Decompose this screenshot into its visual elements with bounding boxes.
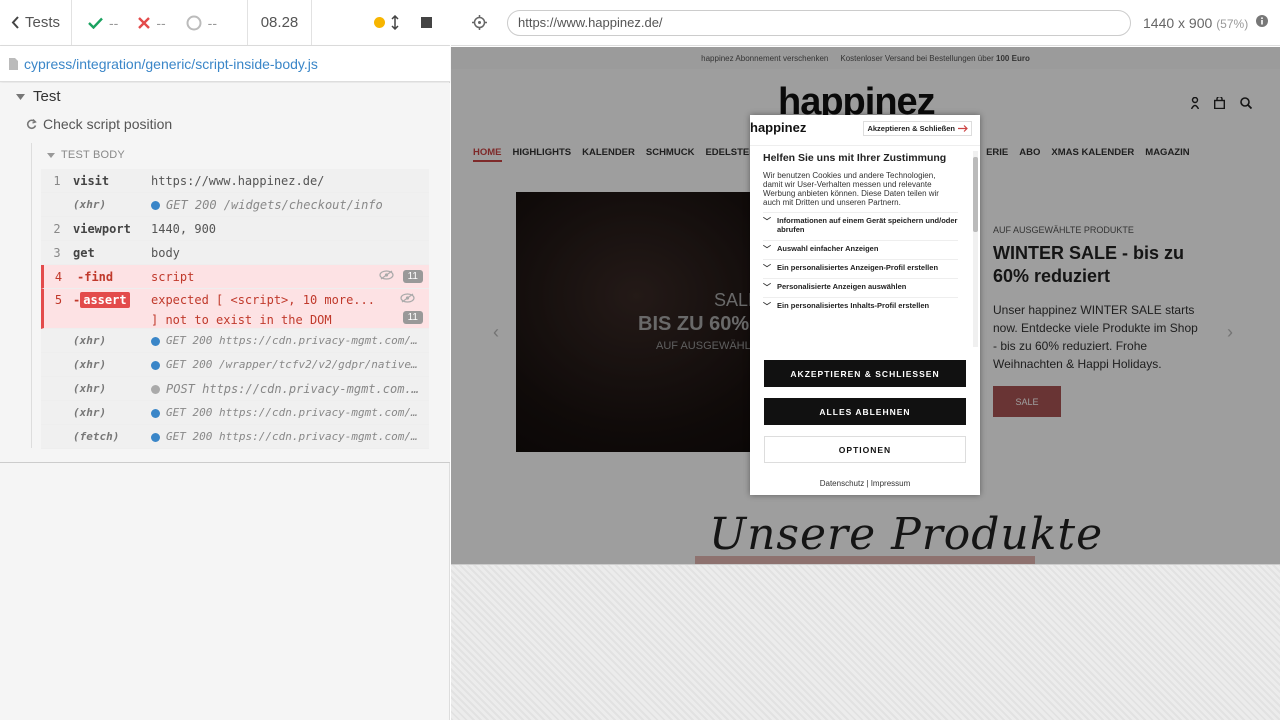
refresh-icon: [26, 118, 37, 129]
eye-slash-icon: [400, 293, 415, 306]
chevron-down-icon: ﹀: [763, 244, 771, 254]
divider: [750, 145, 980, 146]
chevron-down-icon: ﹀: [763, 263, 771, 273]
reporter-panel: Tests -- -- -- 08.28 cypress/integration…: [0, 0, 450, 720]
command-row[interactable]: (xhr) POST https://cdn.privacy-mgmt.com.…: [41, 377, 429, 401]
crosshair-icon: [471, 15, 487, 30]
purpose-item[interactable]: ﹀ Informationen auf einem Gerät speichern…: [763, 212, 958, 234]
command-row-failed[interactable]: 4 -find script 11: [41, 265, 429, 289]
request-status-icon: [151, 360, 160, 370]
command-row[interactable]: 2 viewport 1440, 900: [41, 217, 429, 241]
consent-logo: happinez: [750, 120, 807, 135]
command-row-failed[interactable]: 5 - assert expected [ <script>, 10 more..…: [41, 289, 429, 329]
caret-down-icon: [16, 93, 25, 100]
purpose-item[interactable]: ﹀ Auswahl einfacher Anzeigen: [763, 239, 958, 254]
command-log: 1 visit https://www.happinez.de/ (xhr) G…: [41, 169, 429, 449]
aut-header: https://www.happinez.de/ 1440 x 900 (57%…: [451, 0, 1280, 46]
caret-down-icon: [47, 152, 55, 158]
reject-all-button[interactable]: ALLES ABLEHNEN: [764, 398, 966, 425]
run-controls: [312, 0, 450, 45]
pending-count: --: [207, 14, 217, 31]
request-status-icon: [151, 432, 160, 442]
spec-file-bar: cypress/integration/generic/script-insid…: [0, 46, 450, 82]
command-row[interactable]: 3 get body: [41, 241, 429, 265]
spec-path-link[interactable]: cypress/integration/generic/script-insid…: [24, 56, 318, 72]
request-pending-icon: [151, 384, 160, 394]
consent-footer-links[interactable]: Datenschutz | Impressum: [750, 479, 980, 488]
element-count-badge: 11: [402, 270, 423, 283]
url-bar[interactable]: https://www.happinez.de/: [507, 9, 1131, 36]
consent-scroll-area[interactable]: Helfen Sie uns mit Ihrer Zustimmung Wir …: [763, 153, 973, 349]
command-row[interactable]: 1 visit https://www.happinez.de/: [41, 169, 429, 193]
aut-iframe: happinez Abonnement verschenken Kostenlo…: [451, 47, 1280, 564]
command-row[interactable]: (xhr) GET 200 https://cdn.privacy-mgmt.c…: [41, 329, 429, 353]
pending-stat: --: [186, 15, 217, 31]
chevron-down-icon: ﹀: [763, 282, 771, 292]
test-stats: -- -- --: [72, 0, 248, 45]
back-to-tests-button[interactable]: Tests: [0, 0, 72, 45]
check-icon: [88, 17, 103, 29]
command-row[interactable]: (xhr) GET 200 /widgets/checkout/info: [41, 193, 429, 217]
element-count-badge: 11: [402, 311, 423, 324]
accept-close-button[interactable]: AKZEPTIEREN & SCHLIESSEN: [764, 360, 966, 387]
request-status-icon: [151, 408, 160, 418]
command-row[interactable]: (xhr) GET 200 https://cdn.privacy-mgmt.c…: [41, 401, 429, 425]
body-guide-line: [31, 143, 32, 448]
aut-empty-area: [451, 564, 1280, 720]
eye-slash-icon: [379, 270, 394, 283]
tests-label: Tests: [25, 14, 61, 31]
stop-icon[interactable]: [421, 17, 432, 28]
selector-playground-button[interactable]: [451, 15, 507, 30]
chevron-down-icon: ﹀: [763, 217, 771, 227]
consent-dialog: happinez Akzeptieren & Schließen Helfen …: [750, 115, 980, 495]
arrow-right-icon: [958, 125, 968, 132]
chevron-left-icon: [11, 16, 19, 29]
chevron-down-icon: ﹀: [763, 302, 771, 312]
failed-stat: --: [138, 14, 166, 31]
passed-stat: --: [88, 15, 118, 31]
scroll-arrows-icon: [391, 15, 399, 30]
x-icon: [138, 16, 151, 29]
request-status-icon: [151, 200, 160, 210]
consent-text: Wir benutzen Cookies und andere Technolo…: [763, 170, 939, 208]
passed-count: --: [109, 14, 119, 31]
consent-scrollbar[interactable]: [973, 151, 978, 347]
purpose-item[interactable]: ﹀ Ein personalisiertes Inhalts-Profil ers…: [763, 297, 958, 311]
failed-count: --: [156, 14, 166, 31]
accept-close-top-button[interactable]: Akzeptieren & Schließen: [863, 121, 972, 136]
scrollbar-thumb[interactable]: [973, 157, 978, 232]
test-title[interactable]: Check script position: [26, 116, 172, 132]
test-body-header[interactable]: TEST BODY: [47, 149, 125, 161]
command-row[interactable]: (xhr) GET 200 /wrapper/tcfv2/v2/gdpr/nat…: [41, 353, 429, 377]
reporter-header: Tests -- -- -- 08.28: [0, 0, 450, 46]
command-row[interactable]: (fetch) GET 200 https://cdn.privacy-mgmt…: [41, 425, 429, 449]
suite-title[interactable]: Test: [16, 88, 61, 105]
info-icon[interactable]: [1256, 15, 1269, 30]
request-status-icon: [151, 336, 160, 346]
consent-title: Helfen Sie uns mit Ihrer Zustimmung: [763, 153, 947, 164]
pending-circle-icon: [186, 15, 202, 30]
options-button[interactable]: OPTIONEN: [764, 436, 966, 463]
assert-badge: assert: [80, 292, 130, 308]
purpose-item[interactable]: ﹀ Ein personalisiertes Anzeigen-Profil er…: [763, 258, 958, 273]
duration: 08.28: [248, 0, 312, 45]
file-icon: [9, 57, 18, 70]
runnable-list: Test Check script position TEST BODY 1 v…: [0, 83, 450, 463]
viewport-info[interactable]: 1440 x 900 (57%): [1143, 15, 1248, 31]
status-dot-icon: [374, 17, 385, 28]
purpose-item[interactable]: ﹀ Personalisierte Anzeigen auswählen: [763, 277, 958, 292]
auto-scroll-toggle[interactable]: [374, 15, 399, 30]
